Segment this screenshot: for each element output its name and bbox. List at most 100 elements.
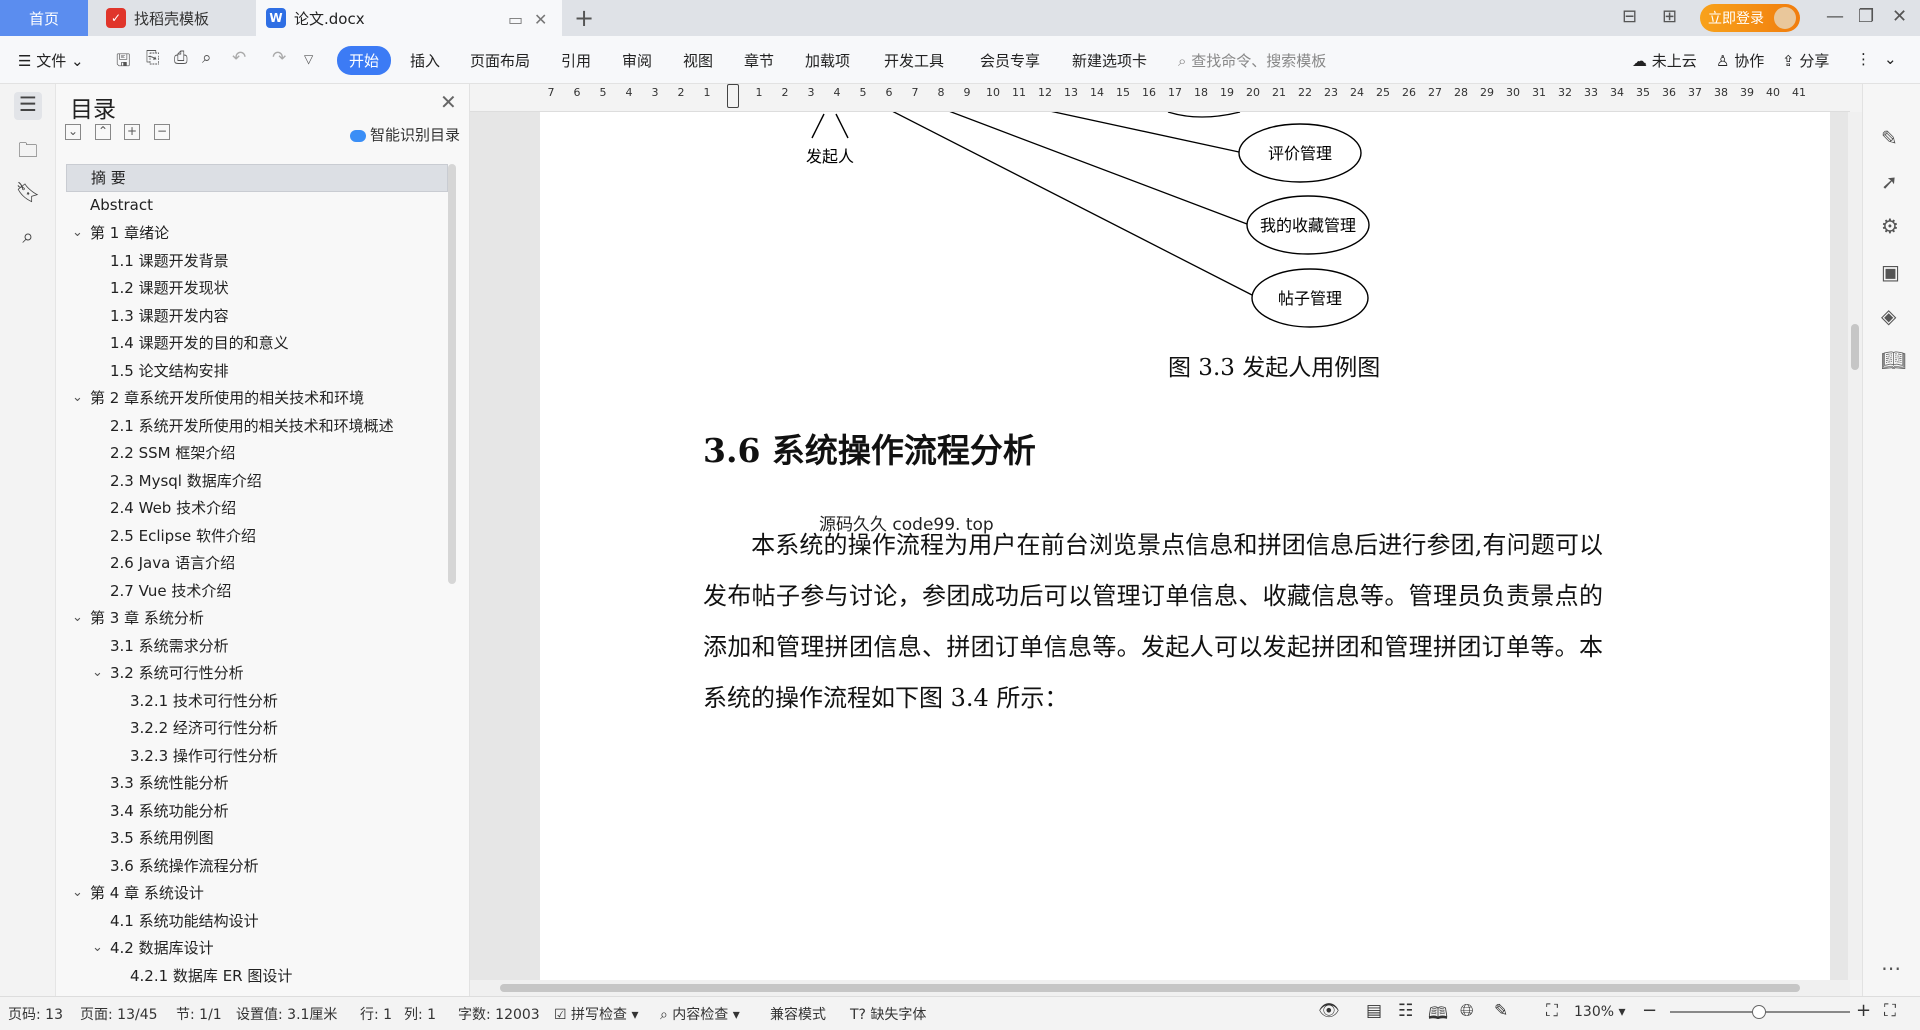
tab-document[interactable]: W 论文.docx ▭ ✕	[256, 0, 562, 36]
find-icon[interactable]: ⌕	[14, 224, 42, 252]
toc-item[interactable]: 2.1 系统开发所使用的相关技术和环境概述	[66, 412, 448, 440]
add-heading-icon[interactable]: +	[124, 124, 140, 140]
toc-item[interactable]: ⌄ 4.2 数据库设计	[66, 934, 448, 962]
eye-protect-icon[interactable]: 👁︎	[1318, 1001, 1340, 1021]
toc-item[interactable]: 2.3 Mysql 数据库介绍	[66, 467, 448, 495]
pin-icon[interactable]: ▭	[508, 10, 523, 29]
chevron-down-icon[interactable]: ⌄	[72, 225, 83, 240]
spell-check-button[interactable]: ☑ 拼写检查 ▾	[554, 1004, 639, 1024]
close-panel-icon[interactable]: ✕	[440, 90, 457, 114]
redo-icon[interactable]: ↷	[272, 48, 286, 68]
toc-item[interactable]: 2.5 Eclipse 软件介绍	[66, 522, 448, 550]
toc-item[interactable]: 3.1 系统需求分析	[66, 632, 448, 660]
toc-item[interactable]: ⌄ 第 4 章 系统设计	[66, 879, 448, 907]
toc-item[interactable]: 1.5 论文结构安排	[66, 357, 448, 385]
chevron-down-icon[interactable]: ⌄	[72, 610, 83, 625]
zoom-in-icon[interactable]: +	[1856, 1000, 1871, 1021]
print-preview-icon[interactable]: ⌕	[202, 48, 212, 68]
toc-item[interactable]: 2.2 SSM 框架介绍	[66, 439, 448, 467]
collapse-ribbon-icon[interactable]: ⌄	[1884, 50, 1897, 68]
close-window-icon[interactable]: ✕	[1892, 6, 1907, 27]
pen-icon[interactable]: ✎	[1881, 126, 1898, 150]
chevron-down-icon[interactable]: ⌄	[72, 885, 83, 900]
toc-item[interactable]: 2.6 Java 语言介绍	[66, 549, 448, 577]
cursor-icon[interactable]: ➚	[1881, 170, 1898, 194]
fullscreen-icon[interactable]: ⛶	[1884, 1001, 1896, 1021]
plugin-icon[interactable]: ◈	[1881, 304, 1896, 328]
toc-item[interactable]: 1.3 课题开发内容	[66, 302, 448, 330]
toc-item[interactable]: 3.5 系统用例图	[66, 824, 448, 852]
menu-page-layout[interactable]: 页面布局	[470, 50, 530, 71]
new-tab-button[interactable]: +	[574, 4, 594, 32]
menu-view[interactable]: 视图	[683, 50, 713, 71]
outline-view-icon[interactable]: ☷	[1398, 1001, 1413, 1021]
vertical-scroll-thumb[interactable]	[1851, 324, 1859, 370]
more-options-icon[interactable]: ⋯	[1881, 956, 1901, 980]
zoom-level[interactable]: 130% ▾	[1574, 1004, 1626, 1020]
tab-template[interactable]: ✓ 找稻壳模板	[92, 0, 252, 36]
toc-item[interactable]: 1.1 课题开发背景	[66, 247, 448, 275]
toc-item[interactable]: 1.2 课题开发现状	[66, 274, 448, 302]
menu-references[interactable]: 引用	[561, 50, 591, 71]
toc-item[interactable]: 3.3 系统性能分析	[66, 769, 448, 797]
expand-down-icon[interactable]: ⌄	[65, 124, 81, 140]
share-button[interactable]: ⇪ 分享	[1782, 50, 1829, 71]
chevron-down-icon[interactable]: ⌄	[92, 665, 103, 680]
compat-mode[interactable]: 兼容模式	[770, 1004, 826, 1024]
word-count[interactable]: 字数: 12003	[458, 1004, 540, 1024]
tab-home[interactable]: 首页	[0, 0, 88, 36]
apps-grid-icon[interactable]: ⊞	[1662, 6, 1677, 27]
more-icon[interactable]: ⋮	[1856, 50, 1871, 68]
indent-marker[interactable]	[727, 84, 739, 108]
remove-heading-icon[interactable]: −	[154, 124, 170, 140]
command-search[interactable]: ⌕ 查找命令、搜索模板	[1178, 50, 1326, 71]
toc-item[interactable]: 3.2.1 技术可行性分析	[66, 687, 448, 715]
toc-item[interactable]: 3.2.3 操作可行性分析	[66, 742, 448, 770]
menu-start[interactable]: 开始	[337, 46, 392, 75]
menu-new-tab[interactable]: 新建选项卡	[1072, 50, 1147, 71]
menu-developer[interactable]: 开发工具	[884, 50, 944, 71]
login-button[interactable]: 立即登录	[1700, 4, 1800, 32]
toc-item[interactable]: 2.7 Vue 技术介绍	[66, 577, 448, 605]
window-layout-icon[interactable]: ⊟	[1622, 6, 1637, 27]
undo-icon[interactable]: ↶	[232, 48, 246, 68]
page-view-icon[interactable]: ▤	[1366, 1001, 1382, 1021]
fit-page-icon[interactable]: ⛶	[1546, 1001, 1558, 1021]
toc-item[interactable]: 4.2.1 数据库 ER 图设计	[66, 962, 448, 990]
toc-item[interactable]: 3.2.2 经济可行性分析	[66, 714, 448, 742]
toc-item[interactable]: 4.1 系统功能结构设计	[66, 907, 448, 935]
toc-item[interactable]: 1.4 课题开发的目的和意义	[66, 329, 448, 357]
chevron-down-icon[interactable]: ⌄	[72, 390, 83, 405]
toc-item[interactable]: ⌄ 第 2 章系统开发所使用的相关技术和环境	[66, 384, 448, 412]
save-icon[interactable]: 🖫	[116, 48, 130, 77]
toc-scrollbar[interactable]	[448, 164, 456, 584]
menu-review[interactable]: 审阅	[622, 50, 652, 71]
restore-icon[interactable]: ❐	[1858, 6, 1874, 27]
menu-addins[interactable]: 加载项	[805, 50, 850, 71]
zoom-out-icon[interactable]: −	[1642, 1000, 1657, 1021]
web-view-icon[interactable]: 🌐︎	[1460, 1001, 1474, 1021]
toc-item[interactable]: 摘 要	[66, 164, 448, 192]
missing-font-button[interactable]: T? 缺失字体	[850, 1004, 926, 1024]
toc-item[interactable]: 2.4 Web 技术介绍	[66, 494, 448, 522]
cloud-status[interactable]: ☁ 未上云	[1632, 50, 1697, 71]
zoom-slider-handle[interactable]	[1752, 1005, 1766, 1019]
minimize-icon[interactable]: —	[1826, 6, 1844, 27]
menu-chapter[interactable]: 章节	[744, 50, 774, 71]
export-pdf-icon[interactable]: ⎘	[146, 48, 160, 68]
bookmark-icon[interactable]: 🔖︎	[14, 180, 42, 208]
chevron-down-icon[interactable]: ⌄	[92, 940, 103, 955]
reader-icon[interactable]: 📖︎	[1881, 348, 1906, 372]
toc-panel-icon[interactable]: ☰	[14, 92, 42, 120]
image-icon[interactable]: ▣	[1881, 260, 1900, 284]
close-tab-icon[interactable]: ✕	[534, 10, 547, 29]
content-check-button[interactable]: ⌕ 内容检查 ▾	[660, 1004, 740, 1024]
menu-insert[interactable]: 插入	[410, 50, 440, 71]
print-icon[interactable]: ⎙	[174, 48, 188, 68]
menu-member[interactable]: 会员专享	[980, 50, 1040, 71]
vertical-scrollbar[interactable]	[1848, 112, 1862, 980]
horizontal-scrollbar[interactable]	[470, 980, 1850, 996]
toc-item[interactable]: 3.4 系统功能分析	[66, 797, 448, 825]
toc-item[interactable]: ⌄ 第 3 章 系统分析	[66, 604, 448, 632]
chapter-nav-icon[interactable]: 🗀	[14, 136, 42, 164]
